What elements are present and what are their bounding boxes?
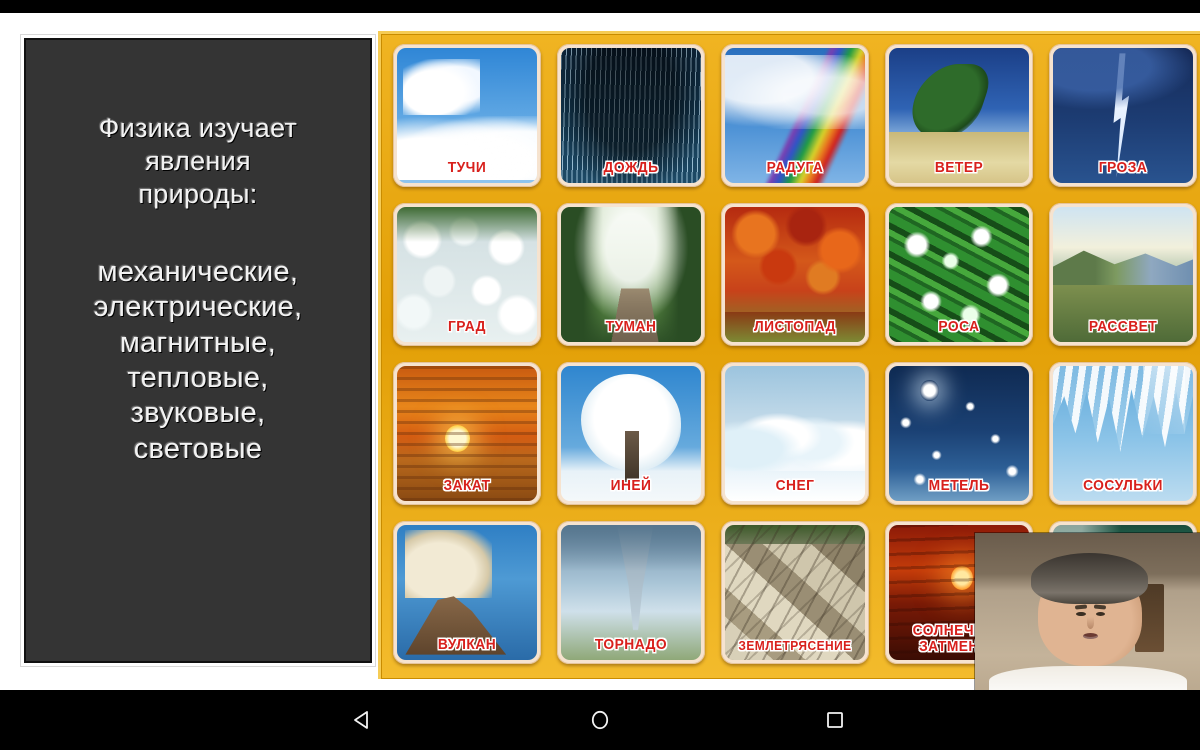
phenomenon-photo: ЗАКАТ [397,366,537,501]
phenomenon-photo: РАССВЕТ [1053,207,1193,342]
phenomenon-photo: ЗЕМЛЕТРЯСЕНИЕ [725,525,865,660]
phenomenon-photo: РОСА [889,207,1029,342]
phenomenon-tile[interactable]: ТУМАН [557,203,705,346]
phenomenon-tile[interactable]: ТУЧИ [393,44,541,187]
phenomenon-label: ИНЕЙ [610,477,652,494]
eyebrow-left [1075,604,1088,610]
phenomenon-photo: СОСУЛЬКИ [1053,366,1193,501]
kind-line: электрические, [93,291,303,324]
phenomenon-tile[interactable]: ЗАКАТ [393,362,541,505]
nose [1086,616,1094,629]
phenomenon-photo: РАДУГА [725,48,865,183]
phenomenon-tile[interactable]: ЗЕМЛЕТРЯСЕНИЕ [721,521,869,664]
phenomenon-label: ГРОЗА [1098,159,1148,176]
circle-home-icon [591,710,609,730]
presenter-shirt [988,665,1187,690]
phenomenon-label: ЛИСТОПАД [754,318,836,335]
phenomenon-tile[interactable]: ВУЛКАН [393,521,541,664]
phenomenon-tile[interactable]: РАДУГА [721,44,869,187]
presenter-hair [1031,553,1149,605]
triangle-back-icon [354,711,368,729]
phenomenon-label: ГРАД [448,318,486,335]
phenomenon-label: ТУЧИ [447,159,487,176]
phenomenon-label: СНЕГ [775,477,815,494]
phenomenon-tile[interactable]: РАССВЕТ [1049,203,1197,346]
phenomenon-label: РОСА [938,318,980,335]
phenomenon-photo: ТУМАН [561,207,701,342]
lesson-text-panel: Физика изучает явления природы: механиче… [24,38,372,663]
recents-button[interactable] [812,697,858,743]
intro-text-block: Физика изучает явления природы: [26,112,370,211]
phenomenon-photo: ВЕТЕР [889,48,1029,183]
back-button[interactable] [340,697,386,743]
kind-line: магнитные, [119,326,277,359]
phenomenon-photo: ЛИСТОПАД [725,207,865,342]
phenomenon-label: РАССВЕТ [1088,318,1158,335]
intro-line: Физика изучает [98,113,298,143]
phenomenon-label: ЗЕМЛЕТРЯСЕНИЕ [738,638,852,653]
phenomenon-tile[interactable]: ЛИСТОПАД [721,203,869,346]
phenomenon-photo: СНЕГ [725,366,865,501]
phenomenon-photo: МЕТЕЛЬ [889,366,1029,501]
phenomenon-photo: ГРОЗА [1053,48,1193,183]
kind-line: звуковые, [130,397,266,430]
phenomenon-tile[interactable]: ГРОЗА [1049,44,1197,187]
phenomenon-tile[interactable]: МЕТЕЛЬ [885,362,1033,505]
phenomenon-tile[interactable]: ТОРНАДО [557,521,705,664]
phenomenon-photo: ИНЕЙ [561,366,701,501]
phenomenon-label: СОСУЛЬКИ [1083,477,1163,494]
phenomenon-tile[interactable]: ВЕТЕР [885,44,1033,187]
screen: Физика изучает явления природы: механиче… [0,0,1200,750]
phenomenon-label: ДОЖДЬ [603,159,659,176]
phenomenon-tile[interactable]: РОСА [885,203,1033,346]
kind-line: механические, [97,255,299,288]
phenomenon-photo: ВУЛКАН [397,525,537,660]
phenomenon-label: РАДУГА [766,159,824,176]
phenomenon-label: ВУЛКАН [437,636,497,653]
phenomenon-photo: ДОЖДЬ [561,48,701,183]
phenomenon-label: ЗАКАТ [443,477,491,494]
phenomenon-tile[interactable]: ИНЕЙ [557,362,705,505]
intro-line: явления [145,145,251,176]
phenomenon-tile[interactable]: СОСУЛЬКИ [1049,362,1197,505]
phenomenon-photo: ТОРНАДО [561,525,701,660]
top-letterbox-bar [0,0,1200,13]
phenomenon-label: МЕТЕЛЬ [928,477,990,494]
phenomenon-label: ВЕТЕР [934,159,984,176]
phenomenon-photo: ГРАД [397,207,537,342]
eye-left [1076,611,1086,616]
eyebrow-right [1093,604,1107,610]
phenomenon-label: ТУМАН [605,318,657,335]
phenomenon-tile[interactable]: СНЕГ [721,362,869,505]
phenomenon-tile[interactable]: ГРАД [393,203,541,346]
intro-line: природы: [138,178,258,209]
kind-line: тепловые, [127,361,269,394]
mouth [1082,632,1099,640]
webcam-overlay[interactable] [975,533,1200,690]
kind-line: световые [133,432,263,465]
lesson-slide: Физика изучает явления природы: механиче… [0,13,1200,690]
home-button[interactable] [577,697,623,743]
phenomenon-photo: ТУЧИ [397,48,537,183]
android-nav-bar [0,690,1200,750]
phenomenon-tile[interactable]: ДОЖДЬ [557,44,705,187]
eye-right [1095,611,1106,616]
phenomena-kinds-block: механические, электрические, магнитные, … [26,255,370,467]
phenomenon-label: ТОРНАДО [594,636,668,653]
square-recents-icon [827,712,843,728]
